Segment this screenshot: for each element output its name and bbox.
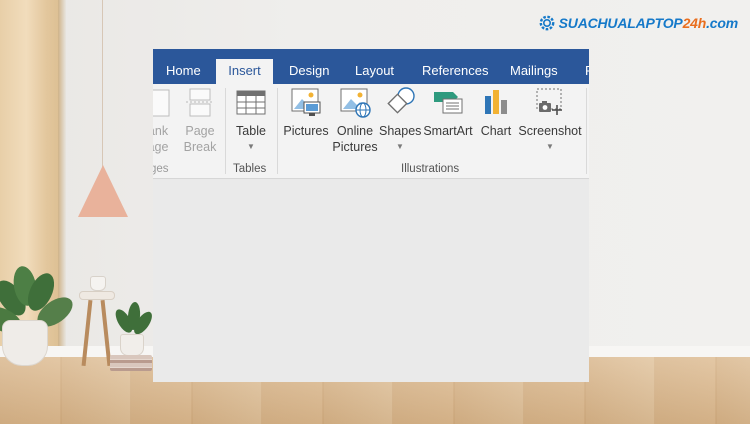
shapes-button[interactable]: Shapes ▼ (379, 86, 421, 153)
pictures-label: Pictures (283, 124, 329, 138)
pictures-button[interactable]: Pictures (283, 86, 329, 139)
chart-icon (485, 90, 507, 114)
page-break-label-line1: Page (185, 124, 215, 138)
chart-label: Chart (480, 124, 512, 138)
smartart-button[interactable]: SmartArt (422, 86, 474, 139)
plant-pot (2, 320, 48, 366)
document-area[interactable] (153, 180, 589, 382)
brand-name: SUACHUALAPTOP24h.com (558, 15, 739, 31)
blank-page-icon (153, 89, 170, 117)
shapes-label: Shapes (379, 124, 422, 138)
group-divider (225, 88, 226, 174)
group-divider (586, 88, 587, 174)
tab-home[interactable]: Home (166, 49, 201, 84)
blank-page-label-line1: ank (153, 124, 169, 138)
shapes-icon (387, 87, 415, 114)
online-pictures-label: Online Pictures (332, 123, 378, 155)
smartart-icon (434, 92, 463, 114)
ribbon-tab-bar: Home Insert Design Layout References Mai… (153, 49, 589, 84)
page-break-label-line2: Break (183, 140, 217, 154)
page-break-label: Page Break (181, 123, 219, 155)
insert-ribbon: ank age Page Break ges Table ▼ (153, 84, 589, 179)
online-pictures-button[interactable]: Online Pictures (332, 86, 378, 155)
pendant-lamp (78, 165, 128, 217)
group-divider (277, 88, 278, 174)
screenshot-icon (536, 88, 562, 115)
word-window: Home Insert Design Layout References Mai… (153, 49, 589, 382)
gear-icon (539, 15, 555, 31)
stool-top (79, 291, 115, 300)
brand-name-domain: .com (706, 15, 738, 31)
plant-pot (120, 334, 144, 356)
online-pictures-icon (340, 88, 371, 118)
blank-page-label: ank age (153, 123, 171, 155)
tab-mailings[interactable]: Mailings (510, 49, 558, 84)
page-break-button[interactable]: Page Break (181, 86, 219, 155)
screenshot-label: Screenshot (518, 124, 582, 138)
tab-layout[interactable]: Layout (355, 49, 394, 84)
screenshot-button[interactable]: Screenshot ▼ (517, 86, 583, 153)
page-break-icon (186, 88, 214, 117)
blank-page-label-line2: age (153, 140, 169, 154)
table-label: Table (236, 124, 266, 138)
blank-page-button[interactable]: ank age (153, 86, 171, 155)
chevron-down-icon: ▼ (396, 142, 404, 151)
pictures-icon (291, 88, 321, 116)
chart-button[interactable]: Chart (478, 86, 514, 139)
tab-design[interactable]: Design (289, 49, 329, 84)
pages-group-label: ges (153, 163, 169, 175)
brand-name-part: SUACHUALAPTOP (558, 15, 683, 31)
smartart-label: SmartArt (423, 124, 473, 138)
online-pictures-label-line2: Pictures (332, 140, 378, 154)
illustrations-group-label: Illustrations (401, 163, 460, 175)
tables-group-label: Tables (233, 163, 267, 175)
online-pictures-label-line1: Online (336, 124, 374, 138)
tab-references[interactable]: References (422, 49, 488, 84)
pendant-lamp-cord (102, 0, 103, 168)
table-button[interactable]: Table ▼ (231, 86, 271, 153)
tab-review[interactable]: R (585, 49, 589, 84)
brand-watermark: SUACHUALAPTOP24h.com (538, 12, 738, 34)
book-stack (110, 355, 152, 371)
cup (90, 276, 106, 291)
tab-insert[interactable]: Insert (216, 59, 273, 84)
brand-name-highlight: 24h (682, 15, 707, 31)
table-icon (236, 90, 266, 115)
chevron-down-icon: ▼ (247, 142, 255, 151)
chevron-down-icon: ▼ (546, 142, 554, 151)
